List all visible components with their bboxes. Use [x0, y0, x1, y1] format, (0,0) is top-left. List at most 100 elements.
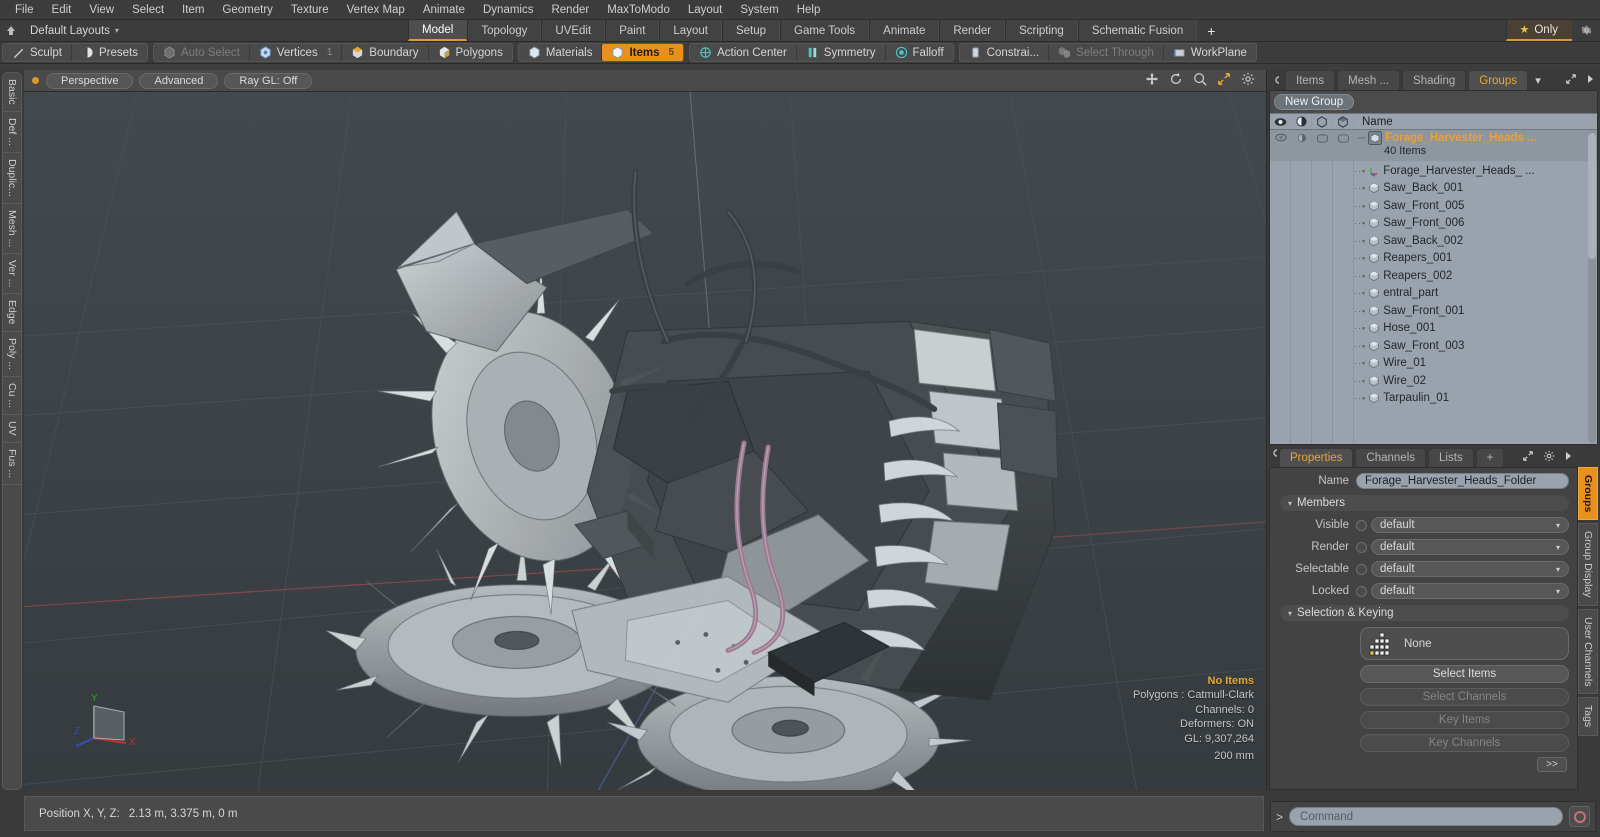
tool-tab-vertex[interactable]: Ver ... [2, 253, 22, 295]
render-icon[interactable] [1291, 116, 1312, 127]
properties-maximize-icon[interactable] [1522, 450, 1534, 465]
command-input[interactable]: Command [1289, 807, 1563, 826]
side-tab-user-channels[interactable]: User Channels [1578, 608, 1598, 695]
name-field[interactable]: Forage_Harvester_Heads_Folder [1356, 473, 1569, 489]
menu-item-texture[interactable]: Texture [282, 2, 338, 18]
list-item[interactable]: ··▪ Hose_001 [1270, 320, 1597, 338]
action-center-button[interactable]: Action Center [690, 44, 797, 61]
list-item[interactable]: ··▪ Tarpaulin_01 [1270, 390, 1597, 408]
menu-item-help[interactable]: Help [788, 2, 830, 18]
list-item[interactable]: ··▪ Saw_Front_005 [1270, 197, 1597, 215]
properties-tab-properties[interactable]: Properties [1279, 448, 1354, 467]
properties-arrow-icon[interactable] [1564, 451, 1572, 464]
auto-select-button[interactable]: Auto Select [154, 44, 250, 61]
viewport-shading-button[interactable]: Advanced [139, 72, 219, 89]
viewport-projection-button[interactable]: Perspective [46, 72, 134, 89]
fit-icon[interactable] [1217, 72, 1231, 89]
selectable-dropdown[interactable]: default ▾ [1371, 561, 1569, 577]
select-through-button[interactable]: Select Through [1049, 44, 1164, 61]
select-channels-button[interactable]: Select Channels [1360, 688, 1569, 706]
side-tab-group-display[interactable]: Group Display [1578, 523, 1598, 606]
tool-tab-fusion[interactable]: Fus ... [2, 441, 22, 485]
viewport-raygl-button[interactable]: Ray GL: Off [224, 72, 313, 89]
layout-tab-schematic-fusion[interactable]: Schematic Fusion [1077, 20, 1198, 41]
panel-tab-overflow-icon[interactable]: ▾ [1530, 70, 1546, 90]
panel-menu-dot-icon[interactable] [1269, 70, 1285, 90]
move-icon[interactable] [1145, 72, 1159, 89]
polygons-button[interactable]: Polygons [429, 44, 512, 61]
tool-tab-uv[interactable]: UV [2, 414, 22, 443]
layout-tab-uvedit[interactable]: UVEdit [541, 20, 606, 41]
group-title-row[interactable]: ─ Forage_Harvester_Heads ... [1358, 131, 1597, 145]
command-record-button[interactable] [1569, 806, 1590, 827]
add-layout-tab-button[interactable]: + [1197, 20, 1226, 41]
layout-tab-model[interactable]: Model [408, 20, 468, 41]
locked-radio[interactable] [1356, 585, 1367, 597]
items-button[interactable]: Items 5 [602, 44, 684, 61]
layout-tab-layout[interactable]: Layout [659, 20, 722, 41]
render-dropdown[interactable]: default ▾ [1371, 539, 1569, 555]
wire-icon[interactable] [1312, 115, 1333, 128]
list-item[interactable]: ··▪ entral_part [1270, 285, 1597, 303]
layout-tab-paint[interactable]: Paint [605, 20, 660, 41]
tool-tab-duplicate[interactable]: Duplic... [2, 151, 22, 204]
tool-tab-mesh[interactable]: Mesh ... [2, 202, 22, 254]
sculpt-button[interactable]: Sculpt [3, 44, 72, 61]
visible-radio[interactable] [1356, 519, 1367, 531]
group-render-toggle[interactable] [1291, 130, 1312, 143]
layout-tab-scripting[interactable]: Scripting [1005, 20, 1078, 41]
panel-arrow-icon[interactable] [1586, 74, 1594, 87]
menu-item-vertex-map[interactable]: Vertex Map [338, 2, 414, 18]
list-item[interactable]: ··▪ Reapers_002 [1270, 267, 1597, 285]
viewport-settings-icon[interactable] [1241, 72, 1255, 89]
vertices-button[interactable]: Vertices 1 [250, 44, 343, 61]
list-item[interactable]: ··▪ Forage_Harvester_Heads_ ... [1270, 162, 1597, 180]
properties-gear-icon[interactable] [1543, 450, 1555, 465]
falloff-button[interactable]: Falloff [886, 44, 953, 61]
layout-preset-selector[interactable]: Default Layouts ▾ [22, 20, 127, 41]
tool-tab-deform[interactable]: Def ... [2, 110, 22, 153]
layout-tab-setup[interactable]: Setup [721, 20, 780, 41]
menu-item-select[interactable]: Select [123, 2, 173, 18]
panel-tab-groups[interactable]: Groups [1468, 70, 1528, 90]
menu-item-layout[interactable]: Layout [679, 2, 732, 18]
menu-item-render[interactable]: Render [542, 2, 598, 18]
list-item[interactable]: ··▪ Reapers_001 [1270, 250, 1597, 268]
eye-icon[interactable] [1270, 116, 1291, 127]
tool-tab-basic[interactable]: Basic [2, 72, 22, 112]
menu-item-dynamics[interactable]: Dynamics [474, 2, 542, 18]
selection-keying-section-header[interactable]: ▾ Selection & Keying [1280, 605, 1569, 621]
menu-item-file[interactable]: File [6, 2, 43, 18]
scrollbar-thumb[interactable] [1588, 133, 1596, 259]
visible-dropdown[interactable]: default ▾ [1371, 517, 1569, 533]
layout-tab-render[interactable]: Render [939, 20, 1006, 41]
menu-item-system[interactable]: System [731, 2, 787, 18]
list-item[interactable]: ··▪ Saw_Front_006 [1270, 215, 1597, 233]
key-items-button[interactable]: Key Items [1360, 711, 1569, 729]
menu-item-animate[interactable]: Animate [414, 2, 474, 18]
materials-button[interactable]: Materials [519, 44, 603, 61]
rotate-icon[interactable] [1169, 72, 1183, 89]
presets-button[interactable]: Presets [72, 44, 147, 61]
locked-dropdown[interactable]: default ▾ [1371, 583, 1569, 599]
menu-item-view[interactable]: View [80, 2, 123, 18]
selectable-radio[interactable] [1356, 563, 1367, 575]
workplane-button[interactable]: WorkPlane [1164, 44, 1256, 61]
shade-icon[interactable] [1333, 115, 1354, 128]
3d-viewport[interactable]: Y X Z No Items Polygons : Catmull-Clark … [24, 92, 1266, 790]
list-item[interactable]: ··▪ Wire_02 [1270, 372, 1597, 390]
side-tab-tags[interactable]: Tags [1578, 697, 1598, 736]
layout-tab-animate[interactable]: Animate [869, 20, 940, 41]
menu-item-edit[interactable]: Edit [43, 2, 81, 18]
members-section-header[interactable]: ▾ Members [1280, 495, 1569, 511]
menu-item-geometry[interactable]: Geometry [213, 2, 282, 18]
menu-item-maxtomodo[interactable]: MaxToModo [598, 2, 679, 18]
tool-tab-curve[interactable]: Cu ... [2, 376, 22, 416]
group-shade-toggle[interactable] [1333, 130, 1354, 144]
groups-list-body[interactable]: ─ Forage_Harvester_Heads ... 40 Items ··… [1270, 130, 1597, 444]
tool-tab-edge[interactable]: Edge [2, 293, 22, 332]
list-item[interactable]: ··▪ Wire_01 [1270, 355, 1597, 373]
zoom-icon[interactable] [1193, 72, 1207, 89]
list-item[interactable]: ··▪ Saw_Back_002 [1270, 232, 1597, 250]
group-wire-toggle[interactable] [1312, 130, 1333, 144]
